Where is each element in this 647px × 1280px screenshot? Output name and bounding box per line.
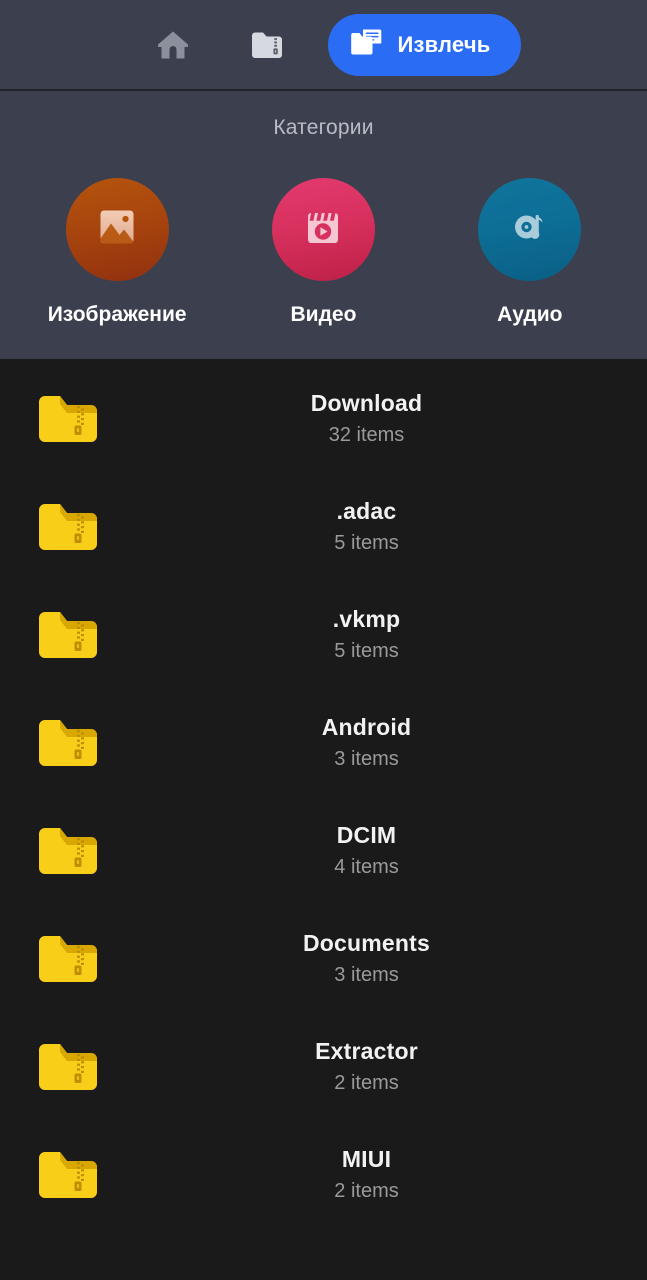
home-icon (156, 28, 190, 62)
zip-folder-icon (14, 390, 122, 448)
category-item-video[interactable]: Видео (233, 178, 413, 327)
category-item-audio[interactable]: Аудио (440, 178, 620, 327)
file-subtitle: 4 items (334, 855, 399, 878)
table-row[interactable]: DCIM 4 items (0, 797, 647, 905)
file-subtitle: 2 items (334, 1179, 399, 1202)
category-label-audio: Аудио (497, 303, 563, 326)
table-row[interactable]: Extractor 2 items (0, 1013, 647, 1121)
file-name: Extractor (315, 1038, 418, 1065)
extract-button[interactable]: Извлечь (328, 13, 521, 76)
extract-button-label: Извлечь (397, 31, 491, 57)
file-name: Android (321, 714, 412, 741)
table-row[interactable]: Download 32 items (0, 365, 647, 473)
zip-folder-icon (14, 1146, 122, 1204)
category-icon-circle-audio (478, 178, 582, 281)
file-row-text: Download 32 items (122, 389, 647, 449)
file-name: MIUI (341, 1146, 392, 1173)
file-name: Download (310, 390, 423, 417)
categories-panel: Категории Изображение Видео Аудио (0, 91, 647, 359)
category-item-image[interactable]: Изображение (27, 178, 207, 327)
category-label-image: Изображение (47, 303, 187, 326)
home-button[interactable] (126, 13, 220, 77)
file-subtitle: 5 items (334, 639, 399, 662)
zip-folder-icon (14, 714, 122, 772)
file-name: Documents (302, 930, 431, 957)
file-row-text: DCIM 4 items (122, 821, 647, 881)
file-row-text: Android 3 items (122, 713, 647, 773)
extract-folder-icon (350, 27, 383, 62)
category-icon-circle-video (271, 178, 375, 281)
file-subtitle: 2 items (334, 1071, 399, 1094)
file-subtitle: 5 items (334, 531, 399, 554)
zip-folder-icon (250, 29, 284, 61)
zip-folder-icon (14, 498, 122, 556)
table-row[interactable]: Android 3 items (0, 689, 647, 797)
file-name: .vkmp (332, 606, 401, 633)
file-subtitle: 3 items (334, 963, 399, 986)
category-icon-circle-image (65, 178, 169, 281)
audio-disc-note-icon (507, 204, 553, 255)
table-row[interactable]: .vkmp 5 items (0, 581, 647, 689)
file-name: DCIM (336, 822, 397, 849)
zip-folder-icon (14, 930, 122, 988)
table-row[interactable]: Documents 3 items (0, 905, 647, 1013)
table-row[interactable]: MIUI 2 items (0, 1121, 647, 1229)
file-row-text: MIUI 2 items (122, 1145, 647, 1205)
image-icon (94, 204, 140, 255)
zip-folder-icon (14, 606, 122, 664)
file-row-text: Extractor 2 items (122, 1037, 647, 1097)
file-row-text: Documents 3 items (122, 929, 647, 989)
file-row-text: .vkmp 5 items (122, 605, 647, 665)
zip-folder-icon (14, 1038, 122, 1096)
file-subtitle: 32 items (328, 423, 405, 446)
file-name: .adac (336, 498, 397, 525)
top-toolbar: Извлечь (0, 0, 647, 91)
categories-title: Категории (273, 116, 374, 139)
file-row-text: .adac 5 items (122, 497, 647, 557)
category-label-video: Видео (290, 303, 357, 326)
zip-folder-icon (14, 822, 122, 880)
table-row[interactable]: .adac 5 items (0, 473, 647, 581)
file-subtitle: 3 items (334, 747, 399, 770)
app-screen: Извлечь Категории Изображение Видео Ауди… (0, 0, 647, 1280)
categories-row: Изображение Видео Аудио (0, 178, 647, 327)
video-clapperboard-play-icon (300, 204, 346, 255)
archive-root-button[interactable] (220, 13, 314, 77)
file-list[interactable]: Download 32 items .adac 5 items .vkmp 5 … (0, 359, 647, 1229)
